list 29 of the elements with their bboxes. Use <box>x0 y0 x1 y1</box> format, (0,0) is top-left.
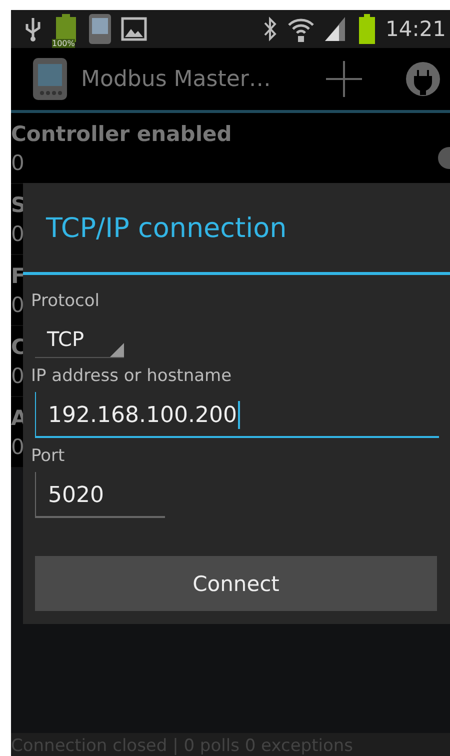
usb-icon <box>23 16 43 42</box>
field-label: Port <box>31 445 65 468</box>
bluetooth-icon <box>263 16 278 42</box>
image-icon <box>121 17 147 41</box>
battery-icon <box>359 14 376 44</box>
battery-icon <box>55 14 77 42</box>
clock: 14:21 <box>385 17 446 41</box>
port-field[interactable]: 5020 <box>35 472 165 518</box>
address-field[interactable]: 192.168.100.200 <box>35 392 439 438</box>
setting-value: 0 <box>11 363 24 390</box>
battery-percent: 100% <box>52 39 75 48</box>
protocol-dropdown[interactable]: TCP <box>35 319 124 358</box>
setting-value: 0 <box>11 150 24 177</box>
field-label: IP address or hostname <box>31 365 232 388</box>
wifi-icon <box>287 16 316 42</box>
setting-value: 0 <box>11 292 24 319</box>
plus-icon[interactable] <box>326 61 362 97</box>
plug-icon[interactable] <box>406 62 440 96</box>
connect-button[interactable]: Connect <box>35 556 437 611</box>
dialog-title: TCP/IP connection <box>23 183 450 275</box>
setting-label: Controller enabled <box>11 121 232 148</box>
app-icon[interactable] <box>33 58 67 100</box>
setting-value: 0 <box>11 434 24 461</box>
setting-label: F <box>11 263 26 290</box>
device-icon <box>89 14 111 44</box>
field-label: Protocol <box>31 290 100 313</box>
dropdown-corner-icon <box>110 343 124 357</box>
app-title: Modbus Master… <box>81 66 271 92</box>
setting-value: 0 <box>11 221 24 248</box>
